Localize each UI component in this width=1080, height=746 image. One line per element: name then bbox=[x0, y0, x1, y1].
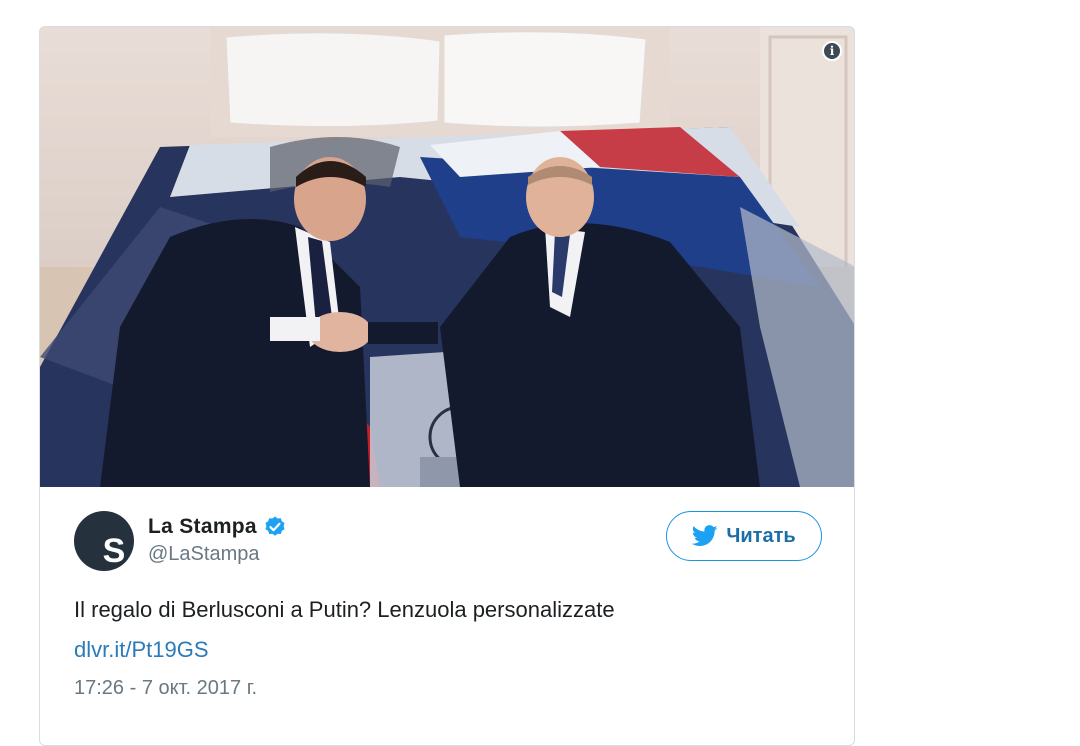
tweet-timestamp[interactable]: 17:26 - 7 окт. 2017 г. bbox=[74, 677, 257, 700]
author-handle[interactable]: @LaStampa bbox=[148, 543, 287, 566]
info-icon[interactable]: i bbox=[822, 41, 842, 61]
display-name-row: La Stampa bbox=[148, 515, 287, 539]
display-name[interactable]: La Stampa bbox=[148, 515, 257, 539]
tweet-text: Il regalo di Berlusconi a Putin? Lenzuol… bbox=[74, 597, 615, 622]
follow-button[interactable]: Читать bbox=[666, 511, 822, 561]
twitter-bird-icon bbox=[692, 525, 718, 546]
avatar-logo-letter: S bbox=[100, 533, 128, 569]
tweet-photo[interactable]: i bbox=[40, 27, 854, 487]
tweet-link[interactable]: dlvr.it/Pt19GS bbox=[74, 637, 209, 663]
avatar[interactable]: S bbox=[74, 511, 134, 571]
bed-sheet-photo bbox=[40, 27, 854, 487]
follow-button-label: Читать bbox=[726, 524, 796, 547]
tweet-embed: i S La Stampa @LaStampa Читать Il regalo… bbox=[39, 26, 855, 746]
author-names: La Stampa @LaStampa bbox=[148, 515, 287, 566]
verified-badge-icon bbox=[265, 516, 285, 536]
tweet-author: S La Stampa @LaStampa Читать bbox=[40, 487, 854, 597]
